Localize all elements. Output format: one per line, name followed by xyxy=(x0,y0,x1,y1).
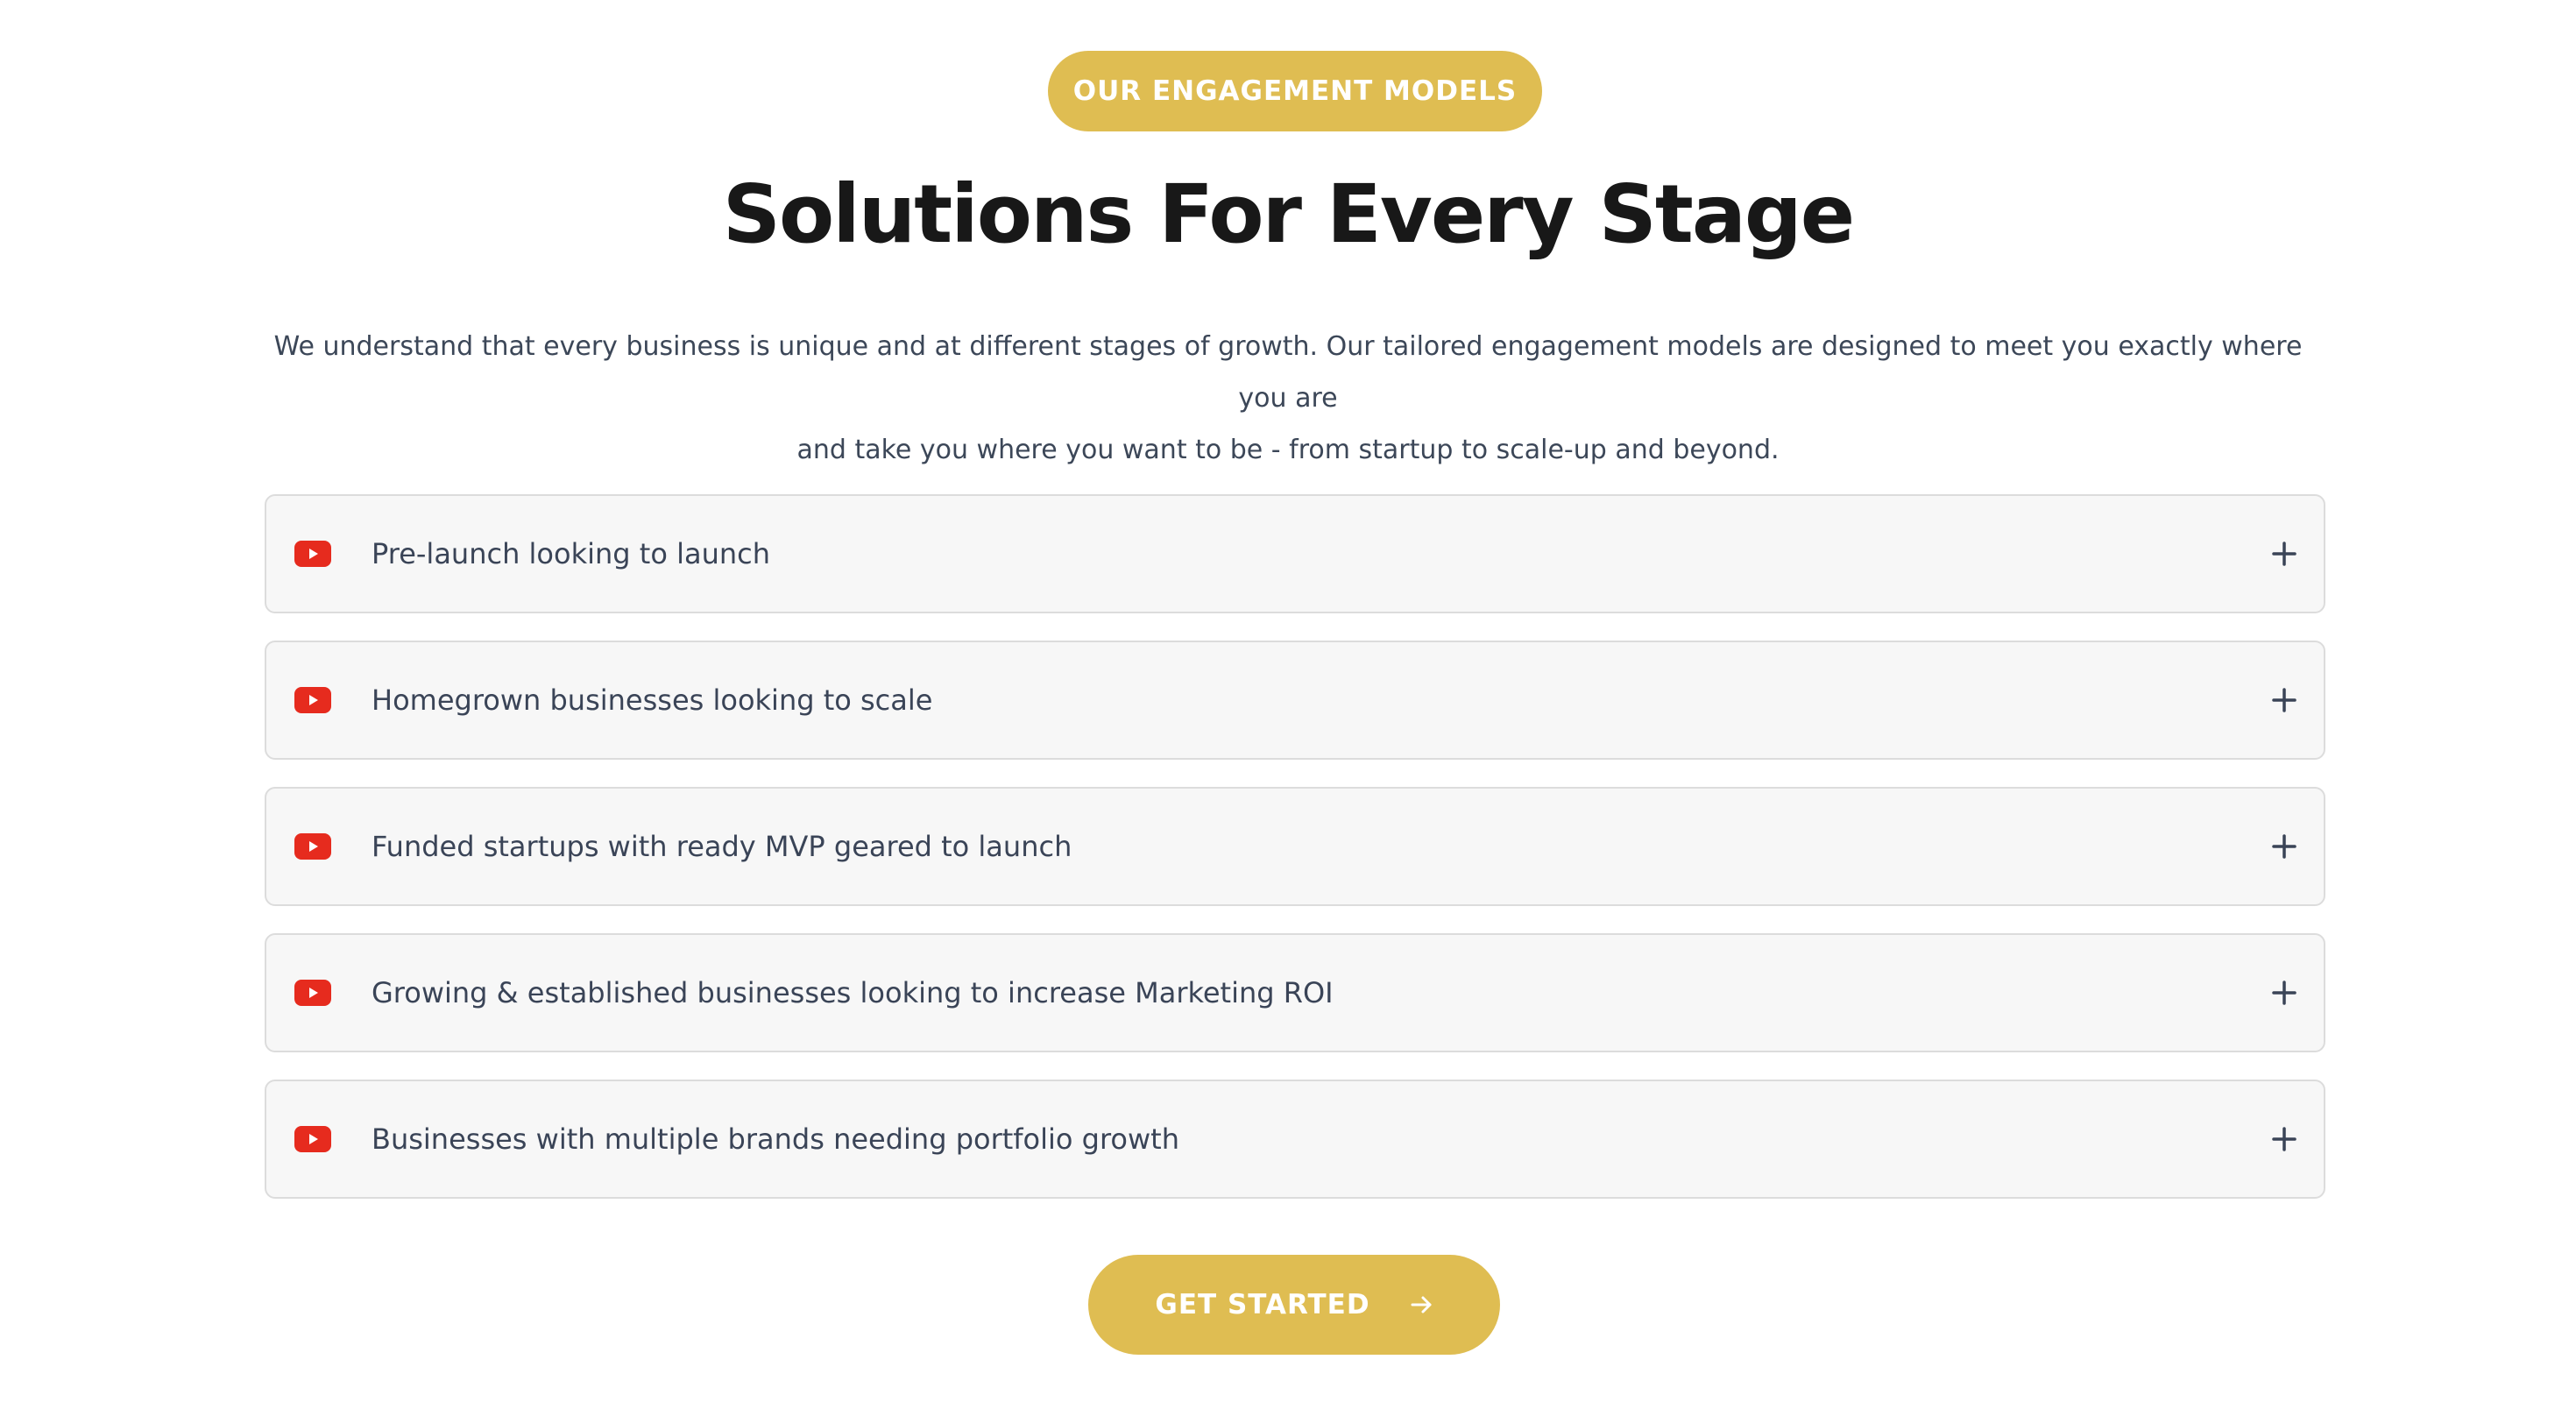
engagement-accordion: Pre-launch looking to launch Homegrown b… xyxy=(265,494,2325,1226)
plus-icon[interactable] xyxy=(2271,541,2297,567)
plus-icon[interactable] xyxy=(2271,1126,2297,1152)
plus-icon[interactable] xyxy=(2271,833,2297,860)
youtube-play-icon xyxy=(294,687,331,713)
intro-line-2: and take you where you want to be - from… xyxy=(796,435,1780,465)
arrow-right-icon xyxy=(1411,1296,1432,1313)
accordion-item-label: Growing & established businesses looking… xyxy=(372,976,1334,1009)
accordion-item-label: Funded startups with ready MVP geared to… xyxy=(372,830,1072,863)
youtube-play-icon xyxy=(294,980,331,1006)
plus-icon[interactable] xyxy=(2271,980,2297,1006)
youtube-play-icon xyxy=(294,541,331,567)
accordion-item-label: Pre-launch looking to launch xyxy=(372,537,770,570)
get-started-label: GET STARTED xyxy=(1155,1289,1370,1321)
accordion-item-multiple-brands[interactable]: Businesses with multiple brands needing … xyxy=(265,1080,2325,1199)
section-intro: We understand that every business is uni… xyxy=(263,321,2313,476)
accordion-item-label: Homegrown businesses looking to scale xyxy=(372,683,933,717)
engagement-models-section: OUR ENGAGEMENT MODELS Solutions For Ever… xyxy=(0,0,2576,1402)
youtube-play-icon xyxy=(294,833,331,860)
plus-icon[interactable] xyxy=(2271,687,2297,713)
section-badge: OUR ENGAGEMENT MODELS xyxy=(1048,51,1542,131)
get-started-button[interactable]: GET STARTED xyxy=(1088,1255,1500,1355)
youtube-play-icon xyxy=(294,1126,331,1152)
accordion-item-funded-startups[interactable]: Funded startups with ready MVP geared to… xyxy=(265,787,2325,906)
accordion-item-growing-established[interactable]: Growing & established businesses looking… xyxy=(265,933,2325,1052)
accordion-item-homegrown[interactable]: Homegrown businesses looking to scale xyxy=(265,641,2325,760)
accordion-item-label: Businesses with multiple brands needing … xyxy=(372,1122,1179,1156)
accordion-item-pre-launch[interactable]: Pre-launch looking to launch xyxy=(265,494,2325,613)
section-title: Solutions For Every Stage xyxy=(722,167,1855,261)
intro-line-1: We understand that every business is uni… xyxy=(273,331,2303,414)
